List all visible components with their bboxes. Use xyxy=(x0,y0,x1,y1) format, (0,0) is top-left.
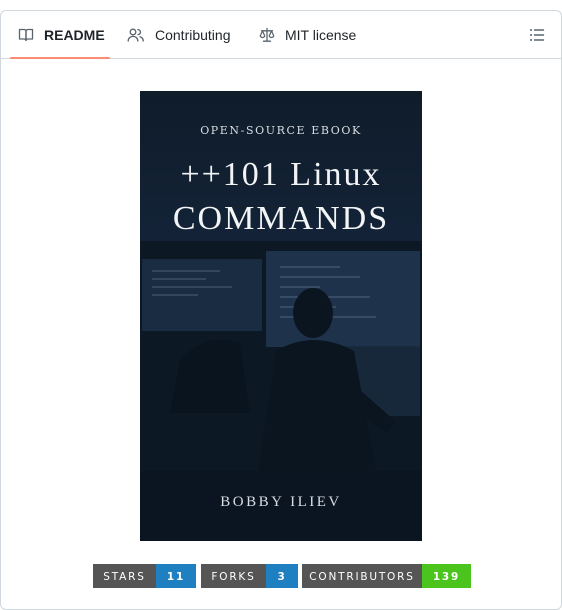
cover-title-line-1: ++101 Linux xyxy=(180,156,382,193)
forks-badge[interactable]: FORKS 3 xyxy=(201,564,298,588)
tab-readme[interactable]: README xyxy=(18,11,105,59)
law-icon xyxy=(259,27,275,42)
cover-title-line-2: COMMANDS xyxy=(172,200,390,237)
forks-badge-value: 3 xyxy=(266,564,298,588)
tab-license[interactable]: MIT license xyxy=(259,11,356,59)
cover-author: BOBBY ILIEV xyxy=(220,494,342,510)
cover-title: ++101 Linux COMMANDS xyxy=(140,153,422,241)
list-icon xyxy=(530,29,545,41)
contributors-badge-value: 139 xyxy=(422,564,471,588)
tab-contributing-label: Contributing xyxy=(155,27,231,43)
active-tab-indicator xyxy=(10,57,110,59)
people-icon xyxy=(127,28,144,42)
readme-panel: README Contributing MIT license OPEN-SOU… xyxy=(0,10,562,610)
tab-license-label: MIT license xyxy=(285,27,357,43)
contributors-badge-label: CONTRIBUTORS xyxy=(302,564,422,588)
forks-badge-label: FORKS xyxy=(201,564,266,588)
tab-contributing[interactable]: Contributing xyxy=(127,11,231,59)
book-icon xyxy=(18,28,34,42)
table-of-contents-button[interactable] xyxy=(527,25,547,45)
tab-readme-label: README xyxy=(44,27,105,43)
cover-kicker-text: OPEN-SOURCE EBOOK xyxy=(200,124,362,137)
readme-tab-bar: README Contributing MIT license xyxy=(1,11,561,59)
contributors-badge[interactable]: CONTRIBUTORS 139 xyxy=(302,564,471,588)
ebook-cover-image[interactable]: OPEN-SOURCE EBOOK ++101 Linux COMMANDS B… xyxy=(140,91,422,541)
stars-badge-value: 11 xyxy=(156,564,196,588)
stars-badge[interactable]: STARS 11 xyxy=(93,564,196,588)
stars-badge-label: STARS xyxy=(93,564,156,588)
